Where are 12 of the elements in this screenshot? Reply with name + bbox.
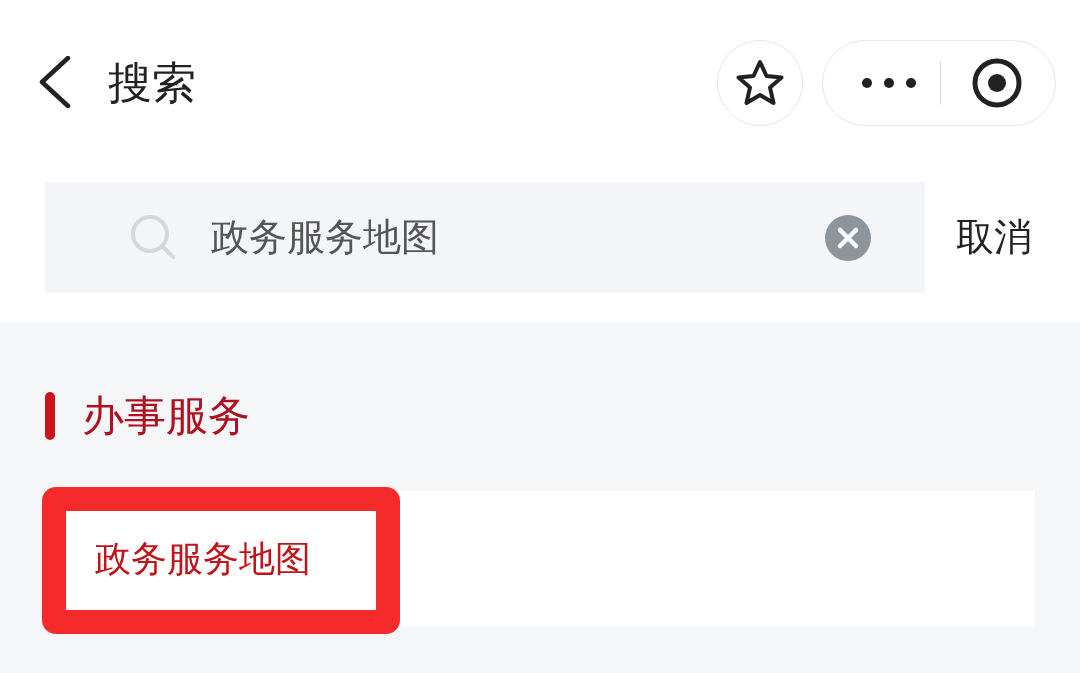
more-icon[interactable] — [861, 76, 917, 89]
cancel-button[interactable]: 取消 — [956, 209, 1032, 266]
search-value: 政务服务地图 — [211, 214, 439, 261]
search-field[interactable]: 政务服务地图 — [45, 182, 925, 293]
page-title: 搜索 — [108, 55, 196, 110]
star-icon — [735, 58, 785, 107]
back-icon[interactable] — [38, 55, 72, 108]
section-title: 办事服务 — [82, 390, 250, 442]
section-marker — [45, 391, 55, 440]
result-title: 政务服务地图 — [95, 536, 311, 581]
close-target-icon[interactable] — [971, 56, 1023, 109]
clear-icon[interactable] — [825, 214, 871, 261]
